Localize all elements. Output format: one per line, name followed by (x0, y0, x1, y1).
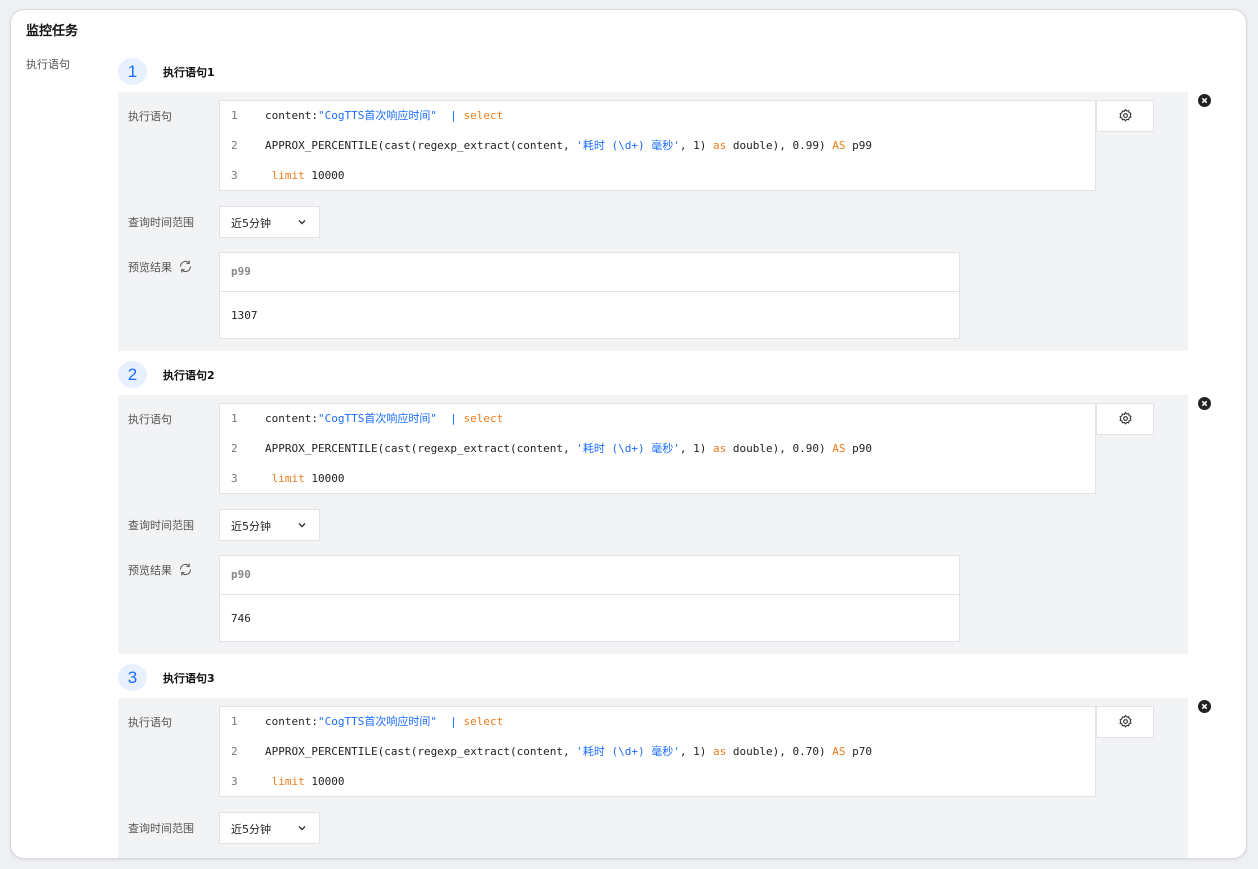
line-number: 2 (231, 745, 238, 758)
settings-button[interactable] (1096, 706, 1154, 738)
line-number: 3 (231, 169, 238, 182)
gear-icon (1118, 411, 1132, 425)
code-editor[interactable]: 1 content:"CogTTS首次响应时间" | select 2 APPROX_… (219, 100, 1096, 191)
time-range-label: 查询时间范围 (128, 519, 194, 532)
code-text: content:"CogTTS首次响应时间" | select (265, 715, 504, 728)
close-icon (1201, 400, 1208, 407)
chevron-down-icon (298, 826, 306, 831)
line-number: 3 (231, 775, 238, 788)
line-number: 1 (231, 109, 238, 122)
preview-label: 预览结果 (128, 259, 193, 275)
step-number-badge: 2 (118, 361, 147, 388)
result-column-header: p90 (220, 556, 959, 595)
statement-title: 执行语句1 (163, 66, 215, 79)
time-range-label: 查询时间范围 (128, 822, 194, 835)
line-number: 1 (231, 715, 238, 728)
code-editor[interactable]: 1 content:"CogTTS首次响应时间" | select 2 APPROX_… (219, 706, 1096, 797)
statement-label: 执行语句 (128, 110, 172, 123)
step-number-badge: 3 (118, 664, 147, 691)
line-number: 2 (231, 139, 238, 152)
code-editor[interactable]: 1 content:"CogTTS首次响应时间" | select 2 APPROX_… (219, 403, 1096, 494)
step-number-badge: 1 (118, 58, 147, 85)
code-text: APPROX_PERCENTILE(cast(regexp_extract(co… (265, 139, 872, 152)
code-text: limit 10000 (271, 775, 345, 788)
preview-label: 预览结果 (128, 562, 193, 578)
statement-block-2: 2 执行语句2 执行语句 1 content:"CogTTS首次响应时间" | s… (118, 361, 1246, 654)
time-range-select[interactable]: 近5分钟 (219, 206, 320, 238)
chevron-down-icon (298, 220, 306, 225)
code-text: APPROX_PERCENTILE(cast(regexp_extract(co… (265, 745, 872, 758)
gear-icon (1118, 714, 1132, 728)
result-table: p99 1307 (219, 252, 960, 339)
preview-label-text: 预览结果 (128, 564, 172, 577)
code-text: limit 10000 (271, 169, 345, 182)
time-range-value: 近5分钟 (231, 217, 271, 230)
close-icon (1201, 97, 1208, 104)
close-icon (1201, 703, 1208, 710)
code-text: limit 10000 (271, 472, 345, 485)
result-table: p90 746 (219, 555, 960, 642)
statement-title: 执行语句3 (163, 672, 215, 685)
settings-button[interactable] (1096, 100, 1154, 132)
refresh-icon[interactable] (178, 562, 193, 577)
time-range-select[interactable]: 近5分钟 (219, 812, 320, 844)
chevron-down-icon (298, 523, 306, 528)
statement-panel: 执行语句 1 content:"CogTTS首次响应时间" | select 2 AP… (118, 92, 1188, 351)
statement-panel: 执行语句 1 content:"CogTTS首次响应时间" | select 2 AP… (118, 395, 1188, 654)
statement-panel: 执行语句 1 content:"CogTTS首次响应时间" | select 2 AP… (118, 698, 1188, 858)
settings-button[interactable] (1096, 403, 1154, 435)
time-range-value: 近5分钟 (231, 520, 271, 533)
time-range-value: 近5分钟 (231, 823, 271, 836)
time-range-label: 查询时间范围 (128, 216, 194, 229)
result-value: 1307 (231, 309, 258, 322)
statement-label: 执行语句 (128, 716, 172, 729)
code-text: content:"CogTTS首次响应时间" | select (265, 109, 504, 122)
code-text: content:"CogTTS首次响应时间" | select (265, 412, 504, 425)
line-number: 1 (231, 412, 238, 425)
preview-label-text: 预览结果 (128, 261, 172, 274)
monitor-task-card: 监控任务 执行语句 1 执行语句1 执行语句 1 content:"CogTTS首… (10, 9, 1247, 859)
statement-label: 执行语句 (128, 413, 172, 426)
result-value: 746 (231, 612, 251, 625)
remove-statement-button[interactable] (1198, 397, 1211, 410)
remove-statement-button[interactable] (1198, 700, 1211, 713)
result-column-header: p99 (220, 253, 959, 292)
statement-title: 执行语句2 (163, 369, 215, 382)
line-number: 3 (231, 472, 238, 485)
section-title: 监控任务 (26, 24, 79, 39)
gear-icon (1118, 108, 1132, 122)
statement-block-1: 1 执行语句1 执行语句 1 content:"CogTTS首次响应时间" | s… (118, 58, 1246, 351)
field-label-statement: 执行语句 (26, 58, 70, 71)
refresh-icon[interactable] (178, 259, 193, 274)
code-text: APPROX_PERCENTILE(cast(regexp_extract(co… (265, 442, 872, 455)
remove-statement-button[interactable] (1198, 94, 1211, 107)
line-number: 2 (231, 442, 238, 455)
statement-block-3: 3 执行语句3 执行语句 1 content:"CogTTS首次响应时间" | s… (118, 664, 1246, 858)
time-range-select[interactable]: 近5分钟 (219, 509, 320, 541)
